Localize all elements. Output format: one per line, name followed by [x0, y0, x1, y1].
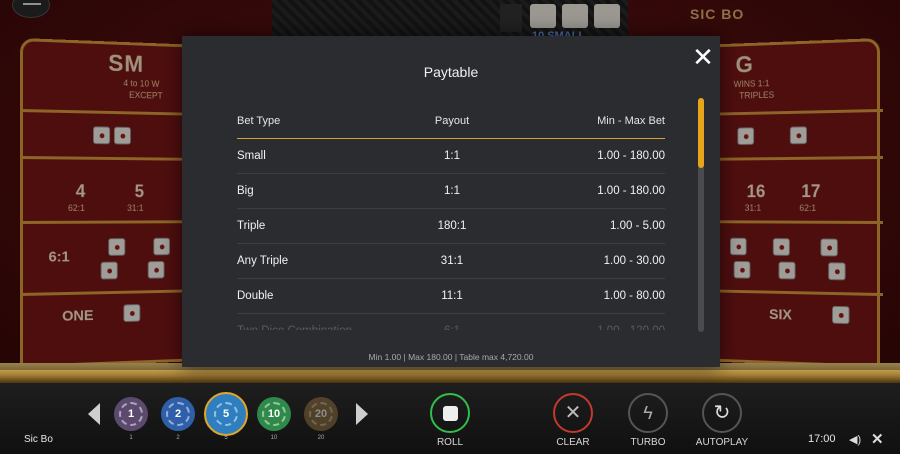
chip-caption: 1: [129, 435, 133, 441]
bet-type-cell: Triple: [237, 220, 266, 232]
payout-cell: 6:1: [407, 314, 497, 330]
payout-cell: 31:1: [440, 255, 464, 267]
clear-button[interactable]: ✕: [553, 393, 593, 433]
chip-value: 2: [166, 402, 190, 426]
paytable-scrollbar[interactable]: [698, 98, 704, 332]
paytable-header-row: Bet Type Payout Min - Max Bet: [237, 106, 665, 139]
chip-value: 5: [214, 402, 238, 426]
autoplay-label: AUTOPLAY: [695, 437, 749, 448]
bet-type-cell: Small: [237, 150, 266, 162]
roll-button[interactable]: [430, 393, 470, 433]
paytable-title: Paytable: [423, 64, 479, 80]
autoplay-button[interactable]: ↻: [702, 393, 742, 433]
table-row: Triple 180:1 1.00 - 5.00: [237, 209, 665, 244]
game-name: Sic Bo: [24, 434, 53, 445]
chip-2[interactable]: 2: [161, 397, 195, 431]
clock: 17:00: [808, 433, 836, 445]
table-row: Double 11:1 1.00 - 80.00: [237, 279, 665, 314]
chip-value: 20: [309, 402, 333, 426]
scrollbar-thumb[interactable]: [698, 98, 704, 169]
payout-cell: 1:1: [444, 150, 460, 162]
lightning-icon: ϟ: [643, 403, 653, 423]
table-limits: Min 1.00 | Max 180.00 | Table max 4,720.…: [368, 352, 534, 362]
table-row: Any Triple 31:1 1.00 - 30.00: [237, 244, 665, 279]
chip-1[interactable]: 1: [114, 397, 148, 431]
payout-cell: 1:1: [444, 185, 460, 197]
paytable-table[interactable]: Bet Type Payout Min - Max Bet Small 1:1 …: [237, 106, 665, 330]
chips-prev-arrow-icon[interactable]: [88, 403, 100, 425]
header-payout: Payout: [434, 115, 470, 127]
turbo-label: TURBO: [630, 437, 666, 448]
bet-type-cell: Two Dice Combination: [237, 314, 352, 330]
payout-cell: 11:1: [441, 290, 463, 302]
chip-caption: 20: [317, 435, 325, 441]
control-bar: 1 1 2 2 5 5 10 10 20 20 ROLL ✕ CLEAR ϟ T…: [0, 383, 900, 454]
clear-label: CLEAR: [556, 437, 590, 448]
chip-10[interactable]: 10: [257, 397, 291, 431]
table-row: Big 1:1 1.00 - 180.00: [237, 174, 665, 209]
table-row: Two Dice Combination 6:1 1.00 - 120.00: [237, 314, 665, 330]
header-min-max: Min - Max Bet: [597, 115, 665, 127]
game-screen: 10 SMALL SIC BO SM 4 to 10 W EXCEPT 4 62…: [0, 0, 900, 454]
chip-20[interactable]: 20: [304, 397, 338, 431]
header-bet-type: Bet Type: [237, 115, 281, 127]
range-cell: 1.00 - 180.00: [597, 150, 665, 162]
autoplay-icon: ↻: [713, 402, 731, 424]
chip-caption: 2: [176, 435, 180, 441]
chip-value: 1: [119, 402, 143, 426]
range-cell: 1.00 - 180.00: [597, 185, 665, 197]
sound-icon[interactable]: ◀): [849, 433, 863, 446]
close-button[interactable]: ✕: [688, 42, 718, 72]
bet-type-cell: Double: [237, 290, 274, 302]
chips-next-arrow-icon[interactable]: [356, 403, 368, 425]
roll-label: ROLL: [436, 437, 464, 448]
die-roll-icon: [443, 406, 458, 421]
bet-type-cell: Big: [237, 185, 254, 197]
paytable-modal: Paytable ✕ Bet Type Payout Min - Max Bet…: [182, 36, 720, 367]
clear-x-icon: ✕: [564, 402, 582, 424]
chip-caption: 10: [270, 435, 278, 441]
chip-caption: 5: [224, 435, 228, 441]
range-cell: 1.00 - 5.00: [610, 220, 665, 232]
chip-value: 10: [262, 402, 286, 426]
close-icon: ✕: [692, 42, 714, 72]
turbo-button[interactable]: ϟ: [628, 393, 668, 433]
chip-5-selected[interactable]: 5: [204, 392, 248, 436]
bet-type-cell: Any Triple: [237, 255, 289, 267]
range-cell: 1.00 - 30.00: [603, 255, 665, 267]
payout-cell: 180:1: [437, 220, 467, 232]
range-cell: 1.00 - 120.00: [597, 314, 665, 330]
table-row: Small 1:1 1.00 - 180.00: [237, 139, 665, 174]
exit-icon[interactable]: ✕: [871, 430, 884, 448]
range-cell: 1.00 - 80.00: [603, 290, 665, 302]
